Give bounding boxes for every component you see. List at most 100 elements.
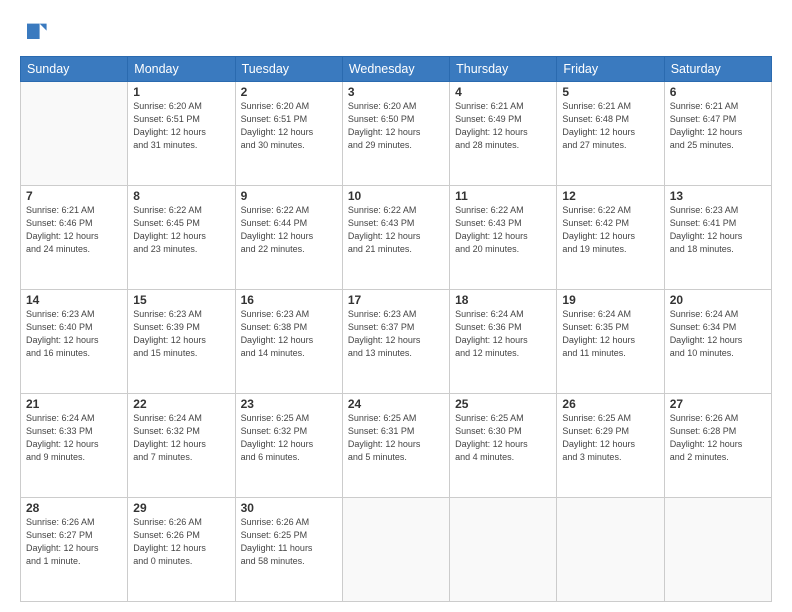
- calendar-table: SundayMondayTuesdayWednesdayThursdayFrid…: [20, 56, 772, 602]
- calendar-cell: 26Sunrise: 6:25 AM Sunset: 6:29 PM Dayli…: [557, 394, 664, 498]
- day-number: 5: [562, 85, 658, 99]
- calendar-cell: 24Sunrise: 6:25 AM Sunset: 6:31 PM Dayli…: [342, 394, 449, 498]
- day-info: Sunrise: 6:21 AM Sunset: 6:47 PM Dayligh…: [670, 100, 766, 152]
- day-info: Sunrise: 6:26 AM Sunset: 6:28 PM Dayligh…: [670, 412, 766, 464]
- day-number: 4: [455, 85, 551, 99]
- day-number: 22: [133, 397, 229, 411]
- day-number: 26: [562, 397, 658, 411]
- calendar-cell: 11Sunrise: 6:22 AM Sunset: 6:43 PM Dayli…: [450, 186, 557, 290]
- week-row-4: 28Sunrise: 6:26 AM Sunset: 6:27 PM Dayli…: [21, 498, 772, 602]
- weekday-header-row: SundayMondayTuesdayWednesdayThursdayFrid…: [21, 57, 772, 82]
- calendar-cell: 14Sunrise: 6:23 AM Sunset: 6:40 PM Dayli…: [21, 290, 128, 394]
- week-row-2: 14Sunrise: 6:23 AM Sunset: 6:40 PM Dayli…: [21, 290, 772, 394]
- day-info: Sunrise: 6:26 AM Sunset: 6:26 PM Dayligh…: [133, 516, 229, 568]
- calendar-cell: 23Sunrise: 6:25 AM Sunset: 6:32 PM Dayli…: [235, 394, 342, 498]
- calendar-cell: 19Sunrise: 6:24 AM Sunset: 6:35 PM Dayli…: [557, 290, 664, 394]
- weekday-header-saturday: Saturday: [664, 57, 771, 82]
- day-number: 14: [26, 293, 122, 307]
- calendar-cell: 10Sunrise: 6:22 AM Sunset: 6:43 PM Dayli…: [342, 186, 449, 290]
- week-row-0: 1Sunrise: 6:20 AM Sunset: 6:51 PM Daylig…: [21, 82, 772, 186]
- day-number: 15: [133, 293, 229, 307]
- weekday-header-sunday: Sunday: [21, 57, 128, 82]
- day-info: Sunrise: 6:21 AM Sunset: 6:49 PM Dayligh…: [455, 100, 551, 152]
- calendar-cell: 6Sunrise: 6:21 AM Sunset: 6:47 PM Daylig…: [664, 82, 771, 186]
- calendar-cell: [21, 82, 128, 186]
- logo: [20, 18, 54, 46]
- calendar-cell: 29Sunrise: 6:26 AM Sunset: 6:26 PM Dayli…: [128, 498, 235, 602]
- calendar-cell: 30Sunrise: 6:26 AM Sunset: 6:25 PM Dayli…: [235, 498, 342, 602]
- day-info: Sunrise: 6:22 AM Sunset: 6:43 PM Dayligh…: [348, 204, 444, 256]
- calendar-cell: 13Sunrise: 6:23 AM Sunset: 6:41 PM Dayli…: [664, 186, 771, 290]
- calendar-cell: 15Sunrise: 6:23 AM Sunset: 6:39 PM Dayli…: [128, 290, 235, 394]
- calendar-cell: 25Sunrise: 6:25 AM Sunset: 6:30 PM Dayli…: [450, 394, 557, 498]
- calendar-cell: 5Sunrise: 6:21 AM Sunset: 6:48 PM Daylig…: [557, 82, 664, 186]
- day-number: 20: [670, 293, 766, 307]
- day-number: 2: [241, 85, 337, 99]
- calendar-cell: [342, 498, 449, 602]
- calendar-cell: 17Sunrise: 6:23 AM Sunset: 6:37 PM Dayli…: [342, 290, 449, 394]
- day-info: Sunrise: 6:26 AM Sunset: 6:27 PM Dayligh…: [26, 516, 122, 568]
- calendar-cell: 22Sunrise: 6:24 AM Sunset: 6:32 PM Dayli…: [128, 394, 235, 498]
- day-info: Sunrise: 6:20 AM Sunset: 6:51 PM Dayligh…: [133, 100, 229, 152]
- day-number: 17: [348, 293, 444, 307]
- calendar-cell: 8Sunrise: 6:22 AM Sunset: 6:45 PM Daylig…: [128, 186, 235, 290]
- day-number: 13: [670, 189, 766, 203]
- calendar-cell: [557, 498, 664, 602]
- day-info: Sunrise: 6:22 AM Sunset: 6:44 PM Dayligh…: [241, 204, 337, 256]
- weekday-header-monday: Monday: [128, 57, 235, 82]
- day-number: 19: [562, 293, 658, 307]
- day-info: Sunrise: 6:20 AM Sunset: 6:50 PM Dayligh…: [348, 100, 444, 152]
- calendar-cell: [450, 498, 557, 602]
- day-number: 23: [241, 397, 337, 411]
- calendar-cell: 7Sunrise: 6:21 AM Sunset: 6:46 PM Daylig…: [21, 186, 128, 290]
- calendar-cell: 12Sunrise: 6:22 AM Sunset: 6:42 PM Dayli…: [557, 186, 664, 290]
- day-info: Sunrise: 6:25 AM Sunset: 6:30 PM Dayligh…: [455, 412, 551, 464]
- day-number: 12: [562, 189, 658, 203]
- day-info: Sunrise: 6:23 AM Sunset: 6:40 PM Dayligh…: [26, 308, 122, 360]
- calendar-cell: 27Sunrise: 6:26 AM Sunset: 6:28 PM Dayli…: [664, 394, 771, 498]
- day-number: 24: [348, 397, 444, 411]
- week-row-1: 7Sunrise: 6:21 AM Sunset: 6:46 PM Daylig…: [21, 186, 772, 290]
- calendar-cell: 21Sunrise: 6:24 AM Sunset: 6:33 PM Dayli…: [21, 394, 128, 498]
- day-number: 10: [348, 189, 444, 203]
- day-number: 8: [133, 189, 229, 203]
- calendar-cell: 2Sunrise: 6:20 AM Sunset: 6:51 PM Daylig…: [235, 82, 342, 186]
- day-info: Sunrise: 6:24 AM Sunset: 6:32 PM Dayligh…: [133, 412, 229, 464]
- day-number: 16: [241, 293, 337, 307]
- day-info: Sunrise: 6:25 AM Sunset: 6:29 PM Dayligh…: [562, 412, 658, 464]
- calendar-cell: 20Sunrise: 6:24 AM Sunset: 6:34 PM Dayli…: [664, 290, 771, 394]
- day-number: 27: [670, 397, 766, 411]
- page: SundayMondayTuesdayWednesdayThursdayFrid…: [0, 0, 792, 612]
- day-info: Sunrise: 6:23 AM Sunset: 6:39 PM Dayligh…: [133, 308, 229, 360]
- day-info: Sunrise: 6:24 AM Sunset: 6:33 PM Dayligh…: [26, 412, 122, 464]
- day-info: Sunrise: 6:24 AM Sunset: 6:35 PM Dayligh…: [562, 308, 658, 360]
- day-number: 3: [348, 85, 444, 99]
- weekday-header-tuesday: Tuesday: [235, 57, 342, 82]
- weekday-header-friday: Friday: [557, 57, 664, 82]
- day-info: Sunrise: 6:23 AM Sunset: 6:41 PM Dayligh…: [670, 204, 766, 256]
- day-number: 9: [241, 189, 337, 203]
- day-info: Sunrise: 6:24 AM Sunset: 6:34 PM Dayligh…: [670, 308, 766, 360]
- day-info: Sunrise: 6:26 AM Sunset: 6:25 PM Dayligh…: [241, 516, 337, 568]
- day-number: 25: [455, 397, 551, 411]
- day-number: 29: [133, 501, 229, 515]
- day-info: Sunrise: 6:21 AM Sunset: 6:46 PM Dayligh…: [26, 204, 122, 256]
- day-info: Sunrise: 6:22 AM Sunset: 6:45 PM Dayligh…: [133, 204, 229, 256]
- calendar-cell: 4Sunrise: 6:21 AM Sunset: 6:49 PM Daylig…: [450, 82, 557, 186]
- day-number: 28: [26, 501, 122, 515]
- day-number: 30: [241, 501, 337, 515]
- day-info: Sunrise: 6:23 AM Sunset: 6:38 PM Dayligh…: [241, 308, 337, 360]
- day-info: Sunrise: 6:20 AM Sunset: 6:51 PM Dayligh…: [241, 100, 337, 152]
- weekday-header-wednesday: Wednesday: [342, 57, 449, 82]
- day-info: Sunrise: 6:24 AM Sunset: 6:36 PM Dayligh…: [455, 308, 551, 360]
- day-number: 11: [455, 189, 551, 203]
- day-number: 7: [26, 189, 122, 203]
- logo-icon: [20, 18, 48, 46]
- day-info: Sunrise: 6:21 AM Sunset: 6:48 PM Dayligh…: [562, 100, 658, 152]
- calendar-cell: 1Sunrise: 6:20 AM Sunset: 6:51 PM Daylig…: [128, 82, 235, 186]
- day-info: Sunrise: 6:23 AM Sunset: 6:37 PM Dayligh…: [348, 308, 444, 360]
- header: [20, 18, 772, 46]
- week-row-3: 21Sunrise: 6:24 AM Sunset: 6:33 PM Dayli…: [21, 394, 772, 498]
- day-number: 1: [133, 85, 229, 99]
- day-number: 18: [455, 293, 551, 307]
